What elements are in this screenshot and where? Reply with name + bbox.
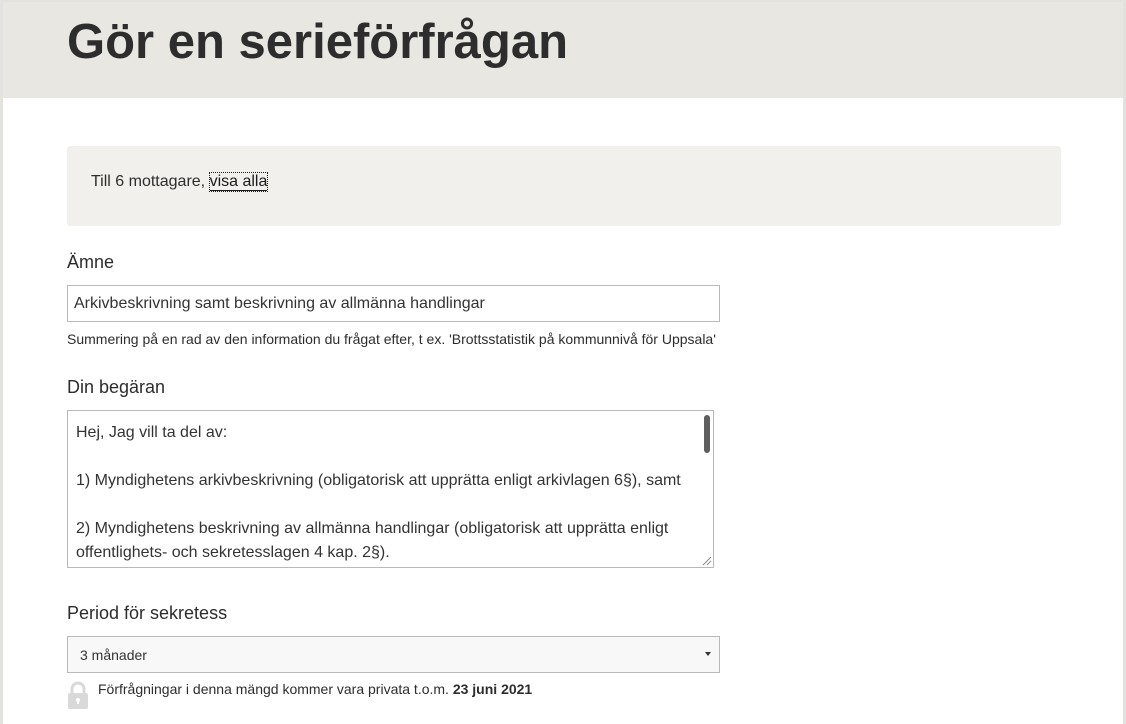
request-line: offentlighets- och sekretesslagen 4 kap.…: [76, 544, 390, 561]
request-line: Hej, Jag vill ta del av:: [76, 424, 228, 441]
recipients-count: Till 6 mottagare,: [91, 173, 206, 190]
privacy-end-date: 23 juni 2021: [452, 681, 533, 697]
page-title: Gör en serieförfrågan: [67, 15, 569, 69]
request-line: 1) Myndighetens arkivbeskrivning (obliga…: [76, 472, 681, 489]
lock-icon: [68, 681, 88, 709]
show-all-recipients-link[interactable]: visa alla: [208, 172, 269, 192]
textarea-scrollbar[interactable]: [704, 415, 710, 453]
privacy-note: Förfrågningar i denna mängd kommer vara …: [98, 680, 532, 698]
privacy-period-value: 3 månader: [80, 647, 147, 663]
subject-help-text: Summering på en rad av den information d…: [67, 331, 716, 347]
resize-grip-icon[interactable]: [700, 554, 712, 566]
privacy-period-label: Period för sekretess: [67, 603, 228, 623]
privacy-period-select[interactable]: 3 månader: [67, 636, 720, 673]
request-line: 2) Myndighetens beskrivning av allmänna …: [76, 520, 669, 537]
request-textarea[interactable]: Hej, Jag vill ta del av: 1) Myndighetens…: [67, 410, 714, 568]
recipients-text: Till 6 mottagare, visa alla: [91, 172, 269, 192]
page-header: Gör en serieförfrågan: [3, 2, 1123, 98]
privacy-note-text: Förfrågningar i denna mängd kommer vara …: [98, 681, 449, 697]
subject-label: Ämne: [67, 252, 115, 272]
subject-input[interactable]: Arkivbeskrivning samt beskrivning av all…: [67, 285, 720, 322]
request-text: Hej, Jag vill ta del av: 1) Myndighetens…: [76, 421, 689, 565]
recipients-panel: Till 6 mottagare, visa alla: [67, 146, 1061, 226]
request-label: Din begäran: [67, 377, 166, 397]
caret-down-icon: [705, 652, 711, 656]
page: Gör en serieförfrågan Till 6 mottagare, …: [0, 0, 1126, 724]
